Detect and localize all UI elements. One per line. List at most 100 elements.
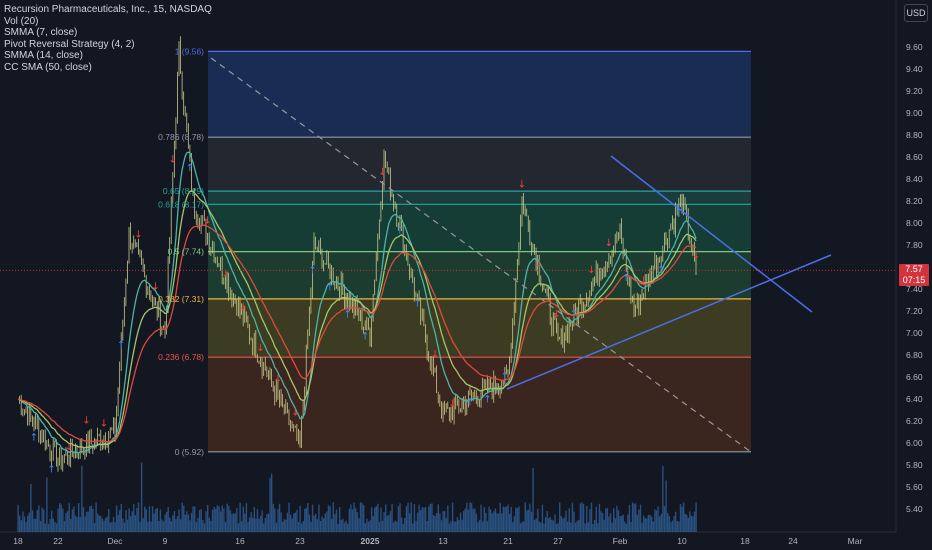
volume-bar [613, 508, 615, 532]
volume-bar [582, 503, 585, 532]
volume-bar [108, 508, 110, 532]
volume-bar [494, 508, 497, 532]
volume-bar [676, 520, 678, 532]
volume-bar [156, 507, 158, 532]
legend-item-volume[interactable]: Vol (20) [4, 16, 212, 28]
volume-bar [429, 504, 432, 532]
volume-bar [570, 522, 572, 532]
volume-bar [456, 517, 459, 532]
volume-bar [170, 521, 173, 532]
volume-bar [443, 511, 446, 532]
volume-bar [413, 503, 416, 532]
volume-bar [364, 523, 366, 532]
volume-bar [453, 521, 455, 532]
pivot-up-arrow-icon: ↑ [657, 265, 665, 276]
volume-bar [106, 516, 108, 532]
volume-bar [367, 521, 370, 532]
volume-bar [278, 503, 281, 532]
volume-bar [208, 517, 211, 532]
volume-bar [39, 521, 42, 532]
volume-bar [321, 516, 323, 532]
pivot-up-arrow-icon: ↑ [466, 398, 474, 409]
volume-bar [568, 508, 570, 532]
volume-bar [516, 508, 519, 532]
volume-bar [616, 505, 618, 532]
volume-bar [380, 507, 382, 532]
volume-bar [592, 523, 594, 532]
volume-bar [326, 511, 328, 532]
legend-item-cc-sma-50[interactable]: CC SMA (50, close) [4, 62, 212, 74]
volume-bar [323, 518, 325, 532]
currency-button[interactable]: USD [904, 4, 928, 22]
volume-bar [253, 507, 256, 532]
volume-bar [563, 517, 566, 532]
volume-bar [598, 503, 601, 532]
pivot-up-arrow-icon: ↑ [30, 432, 38, 443]
volume-bar [57, 508, 59, 532]
volume-bar [558, 502, 561, 532]
y-tick-label: 8.20 [906, 196, 923, 206]
x-tick-label: Mar [848, 536, 863, 546]
legend-item-pivot-reversal[interactable]: Pivot Reversal Strategy (4, 2) [4, 39, 212, 51]
price-chart[interactable]: 9.60 9.40 9.20 9.00 8.80 8.60 8.40 8.20 8.00 7.80… [0, 0, 932, 550]
volume-bar [245, 503, 248, 532]
volume-bar [356, 512, 358, 532]
volume-bar [466, 502, 468, 532]
volume-bar [603, 519, 605, 532]
volume-bar [183, 505, 185, 532]
volume-bar [198, 509, 201, 532]
volume-bar [646, 518, 648, 532]
volume-bar [609, 513, 612, 532]
y-tick-label: 9.00 [906, 108, 923, 118]
volume-bar [519, 523, 522, 532]
pivot-down-arrow-icon: ↓ [692, 250, 700, 261]
volume-bar [51, 510, 53, 532]
volume-bar [148, 506, 151, 532]
volume-bar [221, 505, 223, 532]
volume-bar [109, 522, 112, 532]
volume-bar [378, 521, 381, 532]
volume-bar [155, 509, 157, 532]
volume-bar [652, 521, 654, 532]
volume-bar [426, 521, 428, 532]
volume-bar [219, 511, 222, 532]
volume-bar [71, 509, 74, 532]
volume-bar [678, 521, 680, 532]
volume-bar [342, 518, 344, 532]
volume-bar [448, 523, 451, 532]
volume-bar [518, 506, 520, 532]
volume-bar [554, 514, 556, 532]
volume-bar [117, 515, 119, 532]
volume-bar [297, 522, 300, 532]
volume-bar [331, 518, 333, 532]
volume-bar [269, 477, 271, 532]
volume-bar [581, 502, 583, 532]
volume-bar [624, 521, 626, 532]
y-tick-label: 6.80 [906, 350, 923, 360]
volume-bar [176, 516, 179, 532]
fib-level-label: 0.5 (7.74) [168, 247, 205, 257]
volume-bar [236, 507, 238, 532]
volume-bar [120, 503, 123, 532]
volume-bar [601, 513, 604, 532]
legend-title[interactable]: Recursion Pharmaceuticals, Inc., 15, NAS… [4, 4, 212, 16]
volume-bar [647, 514, 650, 532]
volume-bar [475, 513, 478, 532]
volume-bar [671, 520, 674, 532]
volume-bar [587, 522, 590, 532]
legend-item-smma-14[interactable]: SMMA (14, close) [4, 50, 212, 62]
fibonacci-retracement[interactable] [0, 0, 932, 550]
y-tick-label: 5.40 [906, 504, 923, 514]
y-tick-label: 8.40 [906, 174, 923, 184]
volume-bar [522, 521, 525, 532]
x-tick-label: 10 [677, 536, 687, 546]
legend-item-smma-7[interactable]: SMMA (7, close) [4, 27, 212, 39]
volume-bar [137, 502, 140, 532]
volume-bar [213, 507, 215, 532]
volume-bar [41, 507, 43, 532]
volume-bar [586, 506, 588, 532]
volume-bar [324, 513, 326, 532]
x-tick-label: 9 [163, 536, 168, 546]
pivot-up-arrow-icon: ↑ [308, 266, 316, 277]
volume-bar [630, 522, 632, 532]
